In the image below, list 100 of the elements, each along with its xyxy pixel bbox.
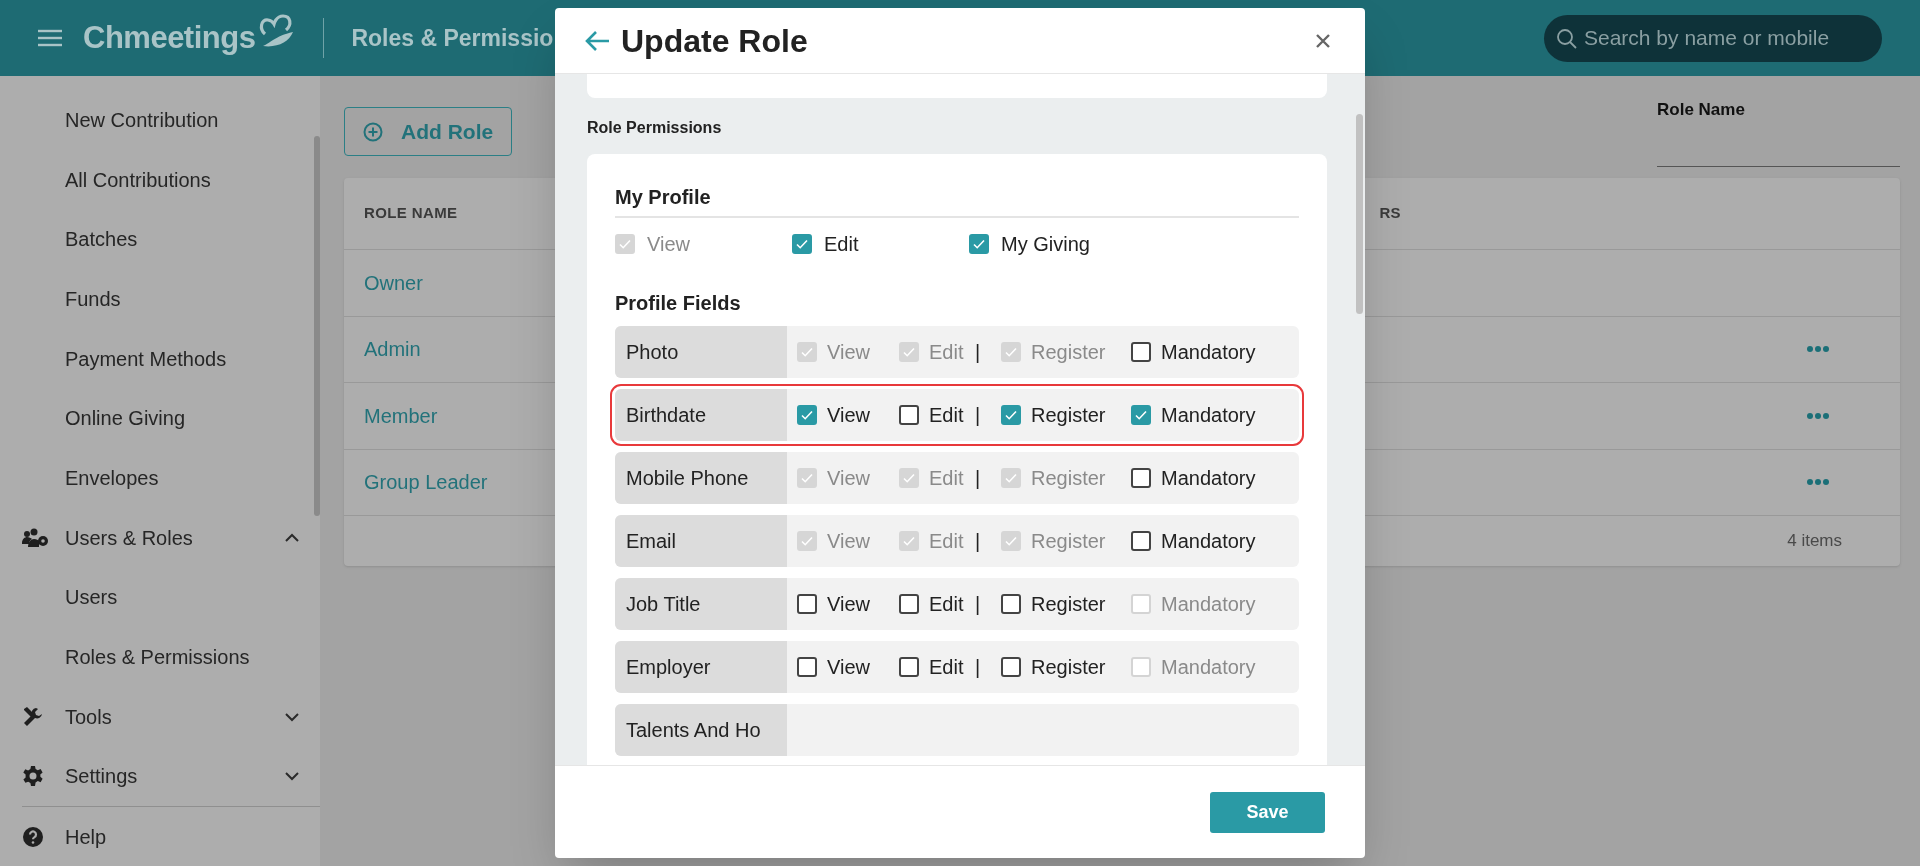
close-icon[interactable] bbox=[1315, 32, 1331, 49]
check-icon bbox=[795, 237, 809, 251]
checkbox-label: View bbox=[827, 655, 870, 680]
check-icon bbox=[1134, 408, 1148, 422]
separator: | bbox=[975, 655, 982, 680]
checkbox[interactable] bbox=[899, 657, 919, 677]
dialog-title: Update Role bbox=[621, 21, 808, 61]
sidebar-item[interactable]: Users bbox=[65, 582, 300, 613]
sidebar-item[interactable]: All Contributions bbox=[65, 164, 300, 195]
checkbox-label: Edit bbox=[929, 403, 964, 428]
check-icon bbox=[800, 408, 814, 422]
sidebar-item[interactable]: Users & Roles bbox=[65, 522, 284, 553]
checkbox[interactable] bbox=[899, 405, 919, 425]
field-name: Photo bbox=[626, 340, 679, 365]
checkbox-label: Mandatory bbox=[1161, 466, 1256, 491]
more-icon[interactable] bbox=[1806, 478, 1830, 487]
section-heading: My Profile bbox=[615, 182, 1299, 218]
help-icon bbox=[22, 825, 44, 848]
back-arrow-icon[interactable] bbox=[585, 29, 611, 52]
sidebar-item[interactable]: Online Giving bbox=[65, 403, 300, 434]
check-icon bbox=[1004, 471, 1018, 485]
column-header: RS bbox=[1379, 203, 1401, 224]
sidebar-item[interactable]: Help bbox=[65, 821, 300, 852]
section-heading: Profile Fields bbox=[615, 291, 742, 316]
checkbox-label: Mandatory bbox=[1161, 655, 1256, 680]
checkbox[interactable] bbox=[1001, 405, 1021, 425]
checkbox[interactable] bbox=[969, 234, 989, 254]
checkbox-label: Mandatory bbox=[1161, 340, 1256, 365]
checkbox-label: Register bbox=[1031, 403, 1106, 428]
search-icon bbox=[1556, 27, 1578, 50]
field-name: Job Title bbox=[626, 592, 701, 617]
checkbox-label: My Giving bbox=[1001, 232, 1090, 257]
sidebar-item[interactable]: Batches bbox=[65, 224, 300, 255]
checkbox[interactable] bbox=[797, 657, 817, 677]
checkbox[interactable] bbox=[797, 594, 817, 614]
item-count: 4 items bbox=[1787, 530, 1842, 553]
separator: | bbox=[975, 340, 982, 365]
chevron-up-icon[interactable] bbox=[284, 532, 300, 543]
scrollbar[interactable] bbox=[1356, 114, 1363, 314]
chevron-down-icon[interactable] bbox=[284, 711, 300, 722]
field-name: Talents And Ho bbox=[626, 718, 761, 743]
scrollbar[interactable] bbox=[314, 136, 320, 516]
checkbox[interactable] bbox=[1131, 468, 1151, 488]
more-icon[interactable] bbox=[1806, 345, 1830, 354]
tools-icon bbox=[22, 705, 44, 728]
checkbox-label: Register bbox=[1031, 529, 1106, 554]
checkbox-label: View bbox=[827, 592, 870, 617]
field-name: Birthdate bbox=[626, 403, 707, 428]
checkbox-label: View bbox=[827, 466, 870, 491]
checkbox-label: Edit bbox=[929, 655, 964, 680]
checkbox-label: View bbox=[647, 232, 690, 257]
checkbox[interactable] bbox=[1001, 594, 1021, 614]
checkbox[interactable] bbox=[1001, 657, 1021, 677]
check-icon bbox=[618, 237, 632, 251]
chevron-down-icon[interactable] bbox=[284, 771, 300, 782]
checkbox-label: Edit bbox=[929, 529, 964, 554]
checkbox[interactable] bbox=[797, 405, 817, 425]
checkbox[interactable] bbox=[1131, 531, 1151, 551]
check-icon bbox=[1004, 345, 1018, 359]
checkbox-label: Edit bbox=[824, 232, 859, 257]
checkbox[interactable] bbox=[1131, 342, 1151, 362]
checkbox-label: Register bbox=[1031, 340, 1106, 365]
checkbox-label: Register bbox=[1031, 592, 1106, 617]
separator: | bbox=[975, 466, 982, 491]
sidebar-item[interactable]: Roles & Permissions bbox=[65, 642, 300, 673]
checkbox-label: Mandatory bbox=[1161, 403, 1256, 428]
check-icon bbox=[800, 471, 814, 485]
checkbox-label: View bbox=[827, 529, 870, 554]
checkbox-label: View bbox=[827, 340, 870, 365]
checkbox[interactable] bbox=[792, 234, 812, 254]
checkbox[interactable] bbox=[1131, 405, 1151, 425]
field-name: Employer bbox=[626, 655, 711, 680]
check-icon bbox=[902, 345, 916, 359]
check-icon bbox=[1004, 534, 1018, 548]
settings-icon bbox=[22, 765, 44, 788]
checkbox[interactable] bbox=[899, 594, 919, 614]
more-icon[interactable] bbox=[1806, 411, 1830, 420]
checkbox-label: Edit bbox=[929, 466, 964, 491]
checkbox-label: Mandatory bbox=[1161, 592, 1256, 617]
section-label: Role Permissions bbox=[587, 118, 723, 138]
sidebar-item[interactable]: Payment Methods bbox=[65, 343, 300, 374]
page-title: Roles & Permissio bbox=[351, 23, 554, 53]
sidebar-item[interactable]: Settings bbox=[65, 761, 284, 792]
checkbox-label: Edit bbox=[929, 340, 964, 365]
sidebar-item[interactable]: Envelopes bbox=[65, 462, 300, 493]
search-field[interactable]: Search by name or mobile bbox=[1544, 14, 1882, 62]
separator: | bbox=[975, 403, 982, 428]
check-icon bbox=[800, 534, 814, 548]
check-icon bbox=[972, 237, 986, 251]
plus-circle-icon bbox=[363, 121, 383, 142]
separator: | bbox=[975, 592, 982, 617]
check-icon bbox=[800, 345, 814, 359]
sidebar-item[interactable]: Tools bbox=[65, 701, 284, 732]
menu-icon[interactable] bbox=[38, 28, 62, 48]
column-header: ROLE NAME bbox=[364, 203, 458, 224]
checkbox-label: Register bbox=[1031, 466, 1106, 491]
sidebar-item[interactable]: New Contribution bbox=[65, 104, 300, 135]
sidebar-item[interactable]: Funds bbox=[65, 283, 300, 314]
check-icon bbox=[1004, 408, 1018, 422]
users-icon bbox=[22, 527, 50, 548]
